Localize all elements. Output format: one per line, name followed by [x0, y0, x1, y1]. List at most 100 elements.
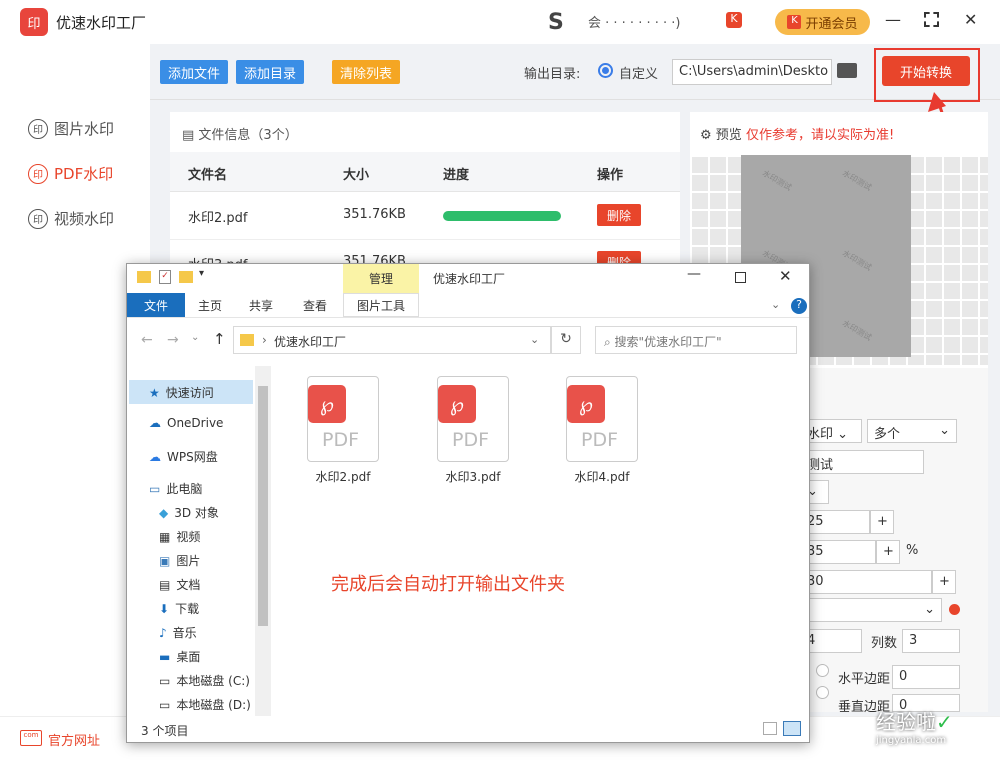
ribbon-share-tab[interactable]: 共享 [235, 293, 287, 317]
columns-input[interactable]: 3 [902, 629, 960, 653]
close-icon[interactable]: ✕ [779, 267, 792, 285]
watermark-url: jingyanla.com [876, 735, 947, 746]
add-folder-button[interactable]: 添加目录 [236, 60, 305, 84]
ribbon-home-tab[interactable]: 主页 [185, 293, 235, 317]
output-path-input[interactable]: C:\Users\admin\Deskto [672, 59, 832, 85]
star-icon: ★ [149, 385, 160, 400]
file-item[interactable]: ℘ PDF 水印2.pdf [297, 376, 389, 485]
forward-icon[interactable]: → [167, 332, 179, 348]
search-input[interactable]: ⌕ 搜索"优速水印工厂" [595, 326, 797, 354]
watermark-sample: 水印测试 [840, 318, 874, 343]
custom-label: 自定义 [619, 67, 659, 82]
position-select[interactable]: ⌄ [800, 598, 942, 622]
recent-dropdown-icon[interactable]: ⌄ [191, 332, 199, 343]
tree-item-documents[interactable]: ▤ 文档 [159, 576, 200, 593]
desktop-icon: ▬ [159, 649, 171, 664]
file-item[interactable]: ℘ PDF 水印4.pdf [556, 376, 648, 485]
explorer-title: 优速水印工厂 [433, 272, 506, 286]
clear-list-button[interactable]: 清除列表 [332, 60, 401, 84]
back-icon[interactable]: ← [141, 332, 153, 348]
pdf-label: PDF [322, 429, 360, 451]
properties-icon[interactable]: ✓ [159, 270, 171, 284]
qat-dropdown-icon[interactable]: ▾ [199, 268, 204, 279]
vip-icon: K [787, 15, 802, 29]
minimize-icon[interactable]: — [885, 10, 901, 29]
sidebar-item-video-watermark[interactable]: 印视频水印 [28, 208, 114, 229]
opacity-input[interactable]: 35 [800, 540, 876, 564]
col-size: 大小 [343, 168, 370, 183]
custom-radio[interactable] [598, 63, 613, 78]
size-input[interactable]: 25 [800, 510, 870, 534]
tree-item-music[interactable]: ♪ 音乐 [159, 624, 197, 641]
pdf-logo-icon: ℘ [567, 385, 605, 423]
file-name: 水印4.pdf [574, 470, 630, 484]
columns-label: 列数 [871, 636, 898, 651]
sidebar-item-image-watermark[interactable]: 印图片水印 [28, 118, 114, 139]
tree-item-onedrive[interactable]: ☁ OneDrive [149, 416, 223, 430]
chevron-down-icon[interactable]: ⌄ [530, 333, 539, 346]
large-icons-view-icon[interactable] [783, 721, 801, 736]
file-item[interactable]: ℘ PDF 水印3.pdf [427, 376, 519, 485]
ribbon-view-tab[interactable]: 查看 [287, 293, 343, 317]
angle-input[interactable]: 30 [800, 570, 932, 594]
tree-item-desktop[interactable]: ▬ 桌面 [159, 648, 200, 665]
angle-plus-button[interactable]: + [932, 570, 956, 594]
maximize-icon[interactable] [735, 272, 746, 283]
maximize-icon[interactable] [924, 12, 939, 27]
add-file-button[interactable]: 添加文件 [160, 60, 229, 84]
tree-label: 3D 对象 [174, 506, 219, 520]
tree-item-3d[interactable]: ◆ 3D 对象 [159, 504, 219, 521]
watermark-brand: 经验啦 [876, 710, 936, 734]
size-plus-button[interactable]: + [870, 510, 894, 534]
nav-scrollbar[interactable] [255, 366, 271, 716]
tree-item-downloads[interactable]: ⬇ 下载 [159, 600, 199, 617]
file-name: 水印2.pdf [315, 470, 371, 484]
tree-label: 本地磁盘 (D:) [176, 698, 251, 712]
tree-item-quick-access[interactable]: ★ 快速访问 [149, 384, 214, 401]
manage-tab[interactable]: 管理 [343, 264, 419, 293]
tree-label: 桌面 [176, 650, 201, 664]
tree-label: 下载 [175, 602, 200, 616]
tree-label: 此电脑 [166, 482, 203, 496]
watermark-sample: 水印测试 [840, 168, 874, 193]
refresh-icon[interactable]: ↻ [551, 326, 581, 354]
user-name[interactable]: 会 · · · · · · · · ·) [588, 12, 680, 31]
v-margin-radio[interactable] [816, 686, 829, 699]
watermark-count-select[interactable]: 多个 ⌄ [867, 419, 957, 443]
tree-item-drive-c[interactable]: ▭ 本地磁盘 (C:) [159, 672, 250, 689]
close-icon[interactable]: ✕ [964, 10, 977, 29]
details-view-icon[interactable] [763, 722, 777, 735]
h-margin-radio[interactable] [816, 664, 829, 677]
tree-item-pictures[interactable]: ▣ 图片 [159, 552, 200, 569]
cube-icon: ◆ [159, 505, 169, 520]
ribbon-picture-tools-tab[interactable]: 图片工具 [343, 293, 419, 317]
file-panel-header: ▤ 文件信息（3个） [182, 124, 298, 143]
delete-button[interactable]: 删除 [597, 204, 641, 226]
tree-item-wps[interactable]: ☁ WPS网盘 [149, 448, 218, 465]
breadcrumb-separator-icon: › [262, 333, 267, 347]
tree-item-videos[interactable]: ▦ 视频 [159, 528, 200, 545]
h-margin-input[interactable]: 0 [892, 665, 960, 689]
tree-label: 快速访问 [165, 386, 214, 400]
address-bar[interactable]: › 优速水印工厂 ⌄ [233, 326, 551, 354]
official-website-link[interactable]: 官方网址 [48, 730, 100, 749]
new-folder-icon[interactable] [179, 271, 193, 283]
ribbon-expand-icon[interactable]: ⌄ [771, 298, 780, 311]
opacity-plus-button[interactable]: + [876, 540, 900, 564]
sidebar-item-pdf-watermark[interactable]: 印 PDF水印 [28, 163, 113, 184]
sidebar-item-label: PDF水印 [54, 165, 114, 183]
help-icon[interactable]: ? [791, 298, 807, 314]
up-icon[interactable]: ↑ [213, 330, 226, 348]
sidebar-item-label: 视频水印 [54, 210, 115, 228]
scrollbar-thumb[interactable] [258, 386, 268, 626]
sidebar-item-label: 图片水印 [54, 120, 115, 138]
music-icon: ♪ [159, 625, 167, 640]
ribbon-file-tab[interactable]: 文件 [127, 293, 185, 317]
vip-button[interactable]: K 开通会员 [775, 9, 870, 35]
tree-item-this-pc[interactable]: ▭ 此电脑 [149, 480, 202, 497]
tree-item-drive-d[interactable]: ▭ 本地磁盘 (D:) [159, 696, 251, 713]
minimize-icon[interactable]: — [687, 266, 701, 282]
folder-icon[interactable] [837, 63, 857, 78]
search-icon: ⌕ [604, 335, 615, 349]
watermark-text-input[interactable]: 测试 [800, 450, 924, 474]
